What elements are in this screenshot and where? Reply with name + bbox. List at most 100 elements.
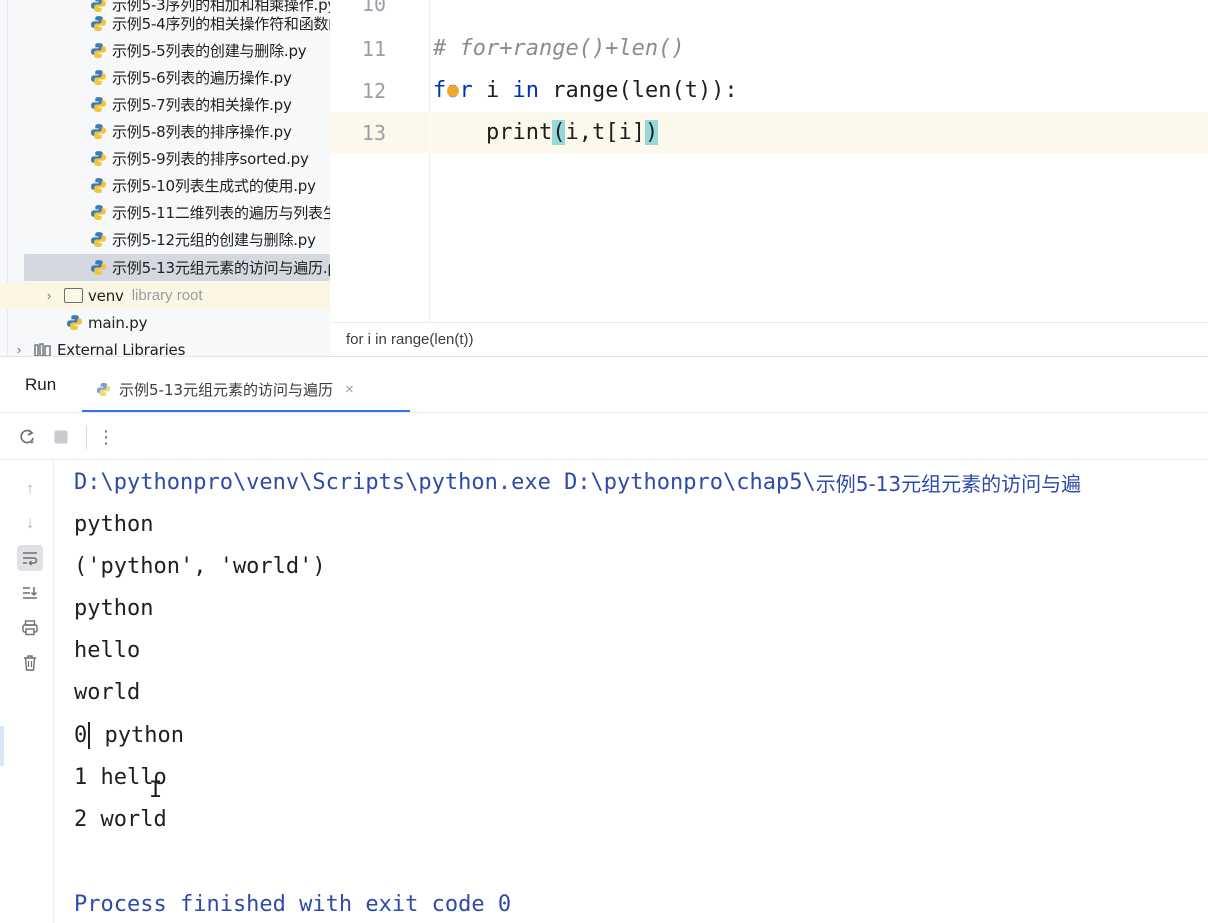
folder-icon [64,288,83,303]
tree-item-file[interactable]: 示例5-5列表的创建与删除.py [0,37,330,64]
console-output[interactable]: D:\pythonpro\venv\Scripts\python.exe D:\… [54,460,1208,923]
tree-item-file[interactable]: 示例5-7列表的相关操作.py [0,91,330,118]
python-file-icon [90,123,107,140]
library-icon [34,342,52,356]
output-value: python [91,722,184,748]
keyword-for-start: f [433,77,447,103]
tree-item-venv[interactable]: › venv library root [0,282,330,309]
python-file-icon [96,382,111,397]
tree-item-file[interactable]: 示例5-12元组的创建与删除.py [0,226,330,253]
python-file-icon [90,42,107,59]
keyword-for-end: r [459,77,473,103]
python-file-icon [90,177,107,194]
keyword-in: in [512,77,540,103]
tree-item-label: External Libraries [57,340,186,357]
tree-item-label: 示例5-8列表的排序操作.py [112,123,292,141]
window-edge-hint [0,726,4,766]
soft-wrap-icon[interactable] [17,545,43,571]
console-command-line: D:\pythonpro\venv\Scripts\python.exe D:\… [74,462,1081,502]
code-args: i,t[i] [565,119,645,145]
console-output-line: 0 python [74,715,184,755]
trash-icon[interactable] [17,650,43,676]
breadcrumb-item[interactable]: for i in range(len(t)) [346,331,474,348]
tree-item-label: venv [88,286,124,305]
console-side-toolbar: ↑ ↓ [0,460,54,923]
tree-item-file[interactable]: 示例5-6列表的遍历操作.py [0,64,330,91]
tree-item-file[interactable]: 示例5-10列表生成式的使用.py [0,172,330,199]
python-file-icon [90,96,107,113]
code-text: i [472,77,513,103]
line-number: 12 [361,79,386,103]
tree-item-file[interactable]: 示例5-8列表的排序操作.py [0,118,330,145]
console-output-line: 2 world [74,806,167,832]
tree-item-label: 示例5-9列表的排序sorted.py [112,150,309,168]
intention-bulb-icon[interactable] [446,85,459,97]
matched-paren-close: ) [644,119,659,145]
chevron-right-icon[interactable]: › [12,342,26,356]
tree-item-label: 示例5-6列表的遍历操作.py [112,69,292,87]
code-editor[interactable]: 10 11 12 13 # for+range()+len() for i in… [330,0,1208,322]
python-file-icon [90,15,107,32]
line-number: 10 [361,0,386,16]
console-exit-line: Process finished with exit code 0 [74,891,512,917]
tree-item-external-libraries[interactable]: › External Libraries [0,336,330,356]
line-number: 11 [361,37,386,61]
more-options-icon[interactable]: ⋮ [94,425,118,449]
editor-breadcrumb[interactable]: for i in range(len(t)) [330,322,1208,356]
console-output-line: python [74,511,154,537]
arrow-down-icon[interactable]: ↓ [17,510,43,536]
code-comment: # for+range()+len() [433,35,685,61]
code-line-12[interactable]: for i in range(len(t)): [433,70,738,110]
python-file-icon [90,204,107,221]
tree-item-main[interactable]: main.py [0,309,330,336]
console-output-line: hello [74,637,141,663]
chevron-right-icon[interactable]: › [42,288,56,303]
text-caret [88,721,91,749]
scroll-to-end-icon[interactable] [17,580,43,606]
code-line-13[interactable]: print(i,t[i]) [433,112,659,152]
console-output-line: python [74,595,154,621]
matched-paren-open: ( [552,119,566,145]
line-number: 13 [361,121,386,145]
tree-item-label: 示例5-12元组的创建与删除.py [112,231,316,249]
tree-item-file-selected[interactable]: 示例5-13元组元素的访问与遍历.py [0,254,330,281]
editor-gutter: 10 11 12 13 [330,0,430,322]
code-function-print: print [485,119,553,145]
tree-item-label: 示例5-7列表的相关操作.py [112,96,292,114]
close-icon[interactable]: × [345,381,354,398]
stop-icon[interactable] [49,425,73,449]
run-tab-label: 示例5-13元组元素的访问与遍历 [119,380,334,399]
tree-item-label: 示例5-11二维列表的遍历与列表生成式.py [112,204,330,222]
tree-item-file[interactable]: 示例5-4序列的相关操作符和函数的使用.py [0,10,330,37]
python-file-icon [66,314,83,331]
run-tab[interactable]: 示例5-13元组元素的访问与遍历 × [82,365,410,413]
print-icon[interactable] [17,615,43,641]
run-tool-header: Run 示例5-13元组元素的访问与遍历 × [0,356,1208,413]
run-toolbar: ⋮ [0,412,1208,460]
tree-item-label: 示例5-13元组元素的访问与遍历.py [112,259,330,277]
tree-item-label: 示例5-10列表生成式的使用.py [112,177,316,195]
code-text: range(len(t)): [539,77,738,103]
tree-item-label: 示例5-4序列的相关操作符和函数的使用.py [112,15,330,33]
console-output-line: world [74,679,141,705]
python-file-icon [90,259,107,276]
arrow-up-icon[interactable]: ↑ [17,476,43,502]
python-file-icon [90,150,107,167]
toolbar-divider [86,425,87,449]
console-output-line: ('python', 'world') [74,553,326,579]
python-file-icon [90,69,107,86]
python-file-icon [90,231,107,248]
rerun-icon[interactable] [15,425,39,449]
run-tool-title: Run [25,375,57,394]
command-path: D:\pythonpro\venv\Scripts\python.exe D:\… [74,469,816,495]
tree-item-label: 示例5-5列表的创建与删除.py [112,42,307,60]
output-index: 0 [74,722,88,748]
code-line-11[interactable]: # for+range()+len() [433,28,685,68]
tree-item-file[interactable]: 示例5-11二维列表的遍历与列表生成式.py [0,199,330,226]
project-tree-panel: 示例5-3序列的相加和相乘操作.py 示例5-4序列的相关操作符和函数的使用.p… [0,0,330,356]
library-root-hint: library root [131,287,203,304]
tree-item-label: main.py [88,313,148,332]
command-script-name: 示例5-13元组元素的访问与遍 [815,471,1082,496]
tree-item-file[interactable]: 示例5-9列表的排序sorted.py [0,145,330,172]
